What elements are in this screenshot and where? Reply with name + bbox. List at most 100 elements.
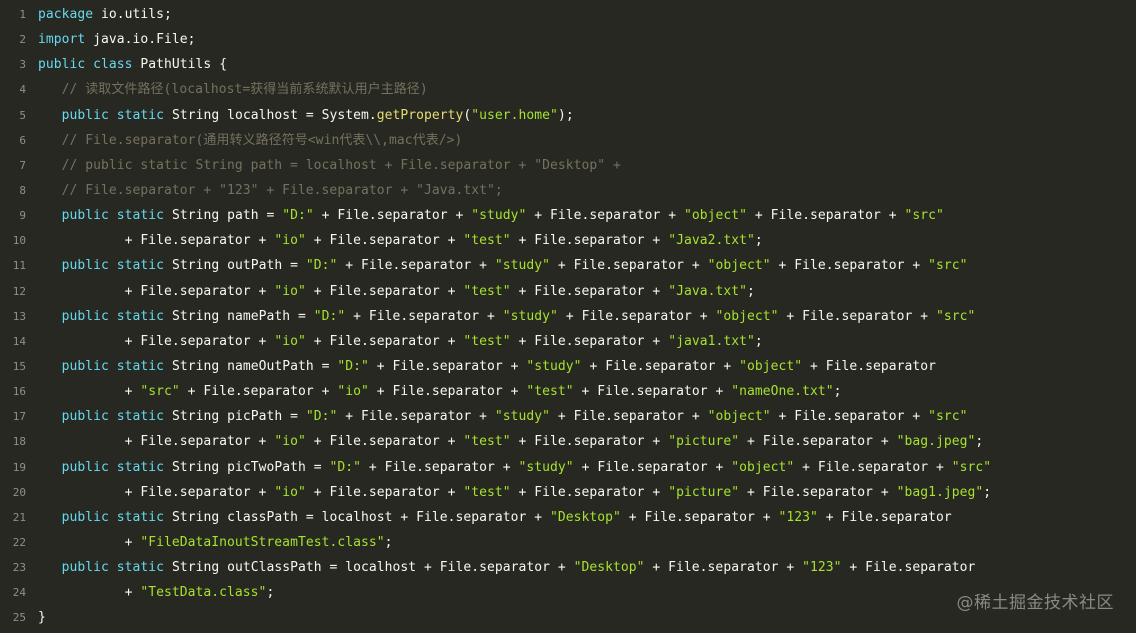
code-line: 12 + File.separator + "io" + File.separa… [0, 279, 1136, 304]
code-line: 3 public class PathUtils { [0, 52, 1136, 77]
code-token: "src" [904, 208, 944, 224]
code-token: static [116, 459, 165, 475]
code-line: 10 + File.separator + "io" + File.separa… [0, 228, 1136, 253]
code-token: "src" [936, 308, 976, 324]
code-token: + File.separator + [644, 560, 803, 576]
code-token: public [61, 258, 109, 274]
code-text: + "FileDataInoutStreamTest.class"; [38, 530, 1136, 555]
code-token: + File.separator + [345, 308, 503, 324]
code-token: ); [557, 107, 574, 123]
code-text: public static String nameOutPath = "D:" … [38, 354, 1136, 379]
code-token: + File.separator [802, 358, 937, 374]
code-text: public static String localhost = System.… [38, 103, 1136, 128]
line-number: 4 [19, 83, 26, 97]
code-token: String localhost = System. [164, 107, 377, 123]
code-token: "test" [463, 484, 511, 500]
code-text: // public static String path = localhost… [38, 153, 1136, 178]
code-token: "Java2.txt" [668, 233, 755, 249]
code-token: + File.separator + [337, 409, 495, 425]
code-token: "bag.jpeg" [896, 434, 976, 450]
code-token: String picPath = [164, 409, 306, 425]
code-token: import [38, 32, 86, 48]
code-token: String outPath = [164, 258, 306, 274]
code-token: + File.separator + [510, 434, 669, 450]
line-number: 18 [12, 435, 26, 449]
code-token: + File.separator + [510, 233, 669, 249]
code-token: "io" [274, 484, 306, 500]
code-token: "io" [337, 384, 369, 400]
line-number: 16 [12, 385, 26, 399]
code-line: 21 public static String classPath = loca… [0, 505, 1136, 530]
code-token: public [61, 509, 109, 525]
code-token: + File.separator [817, 509, 952, 525]
code-token: static [116, 358, 165, 374]
code-text: // 读取文件路径(localhost=获得当前系统默认用户主路径) [38, 77, 1136, 102]
code-token: // File.separator + "123" + File.separat… [38, 182, 503, 198]
code-line: 2 import java.io.File; [0, 27, 1136, 52]
code-token: "picture" [668, 434, 740, 450]
code-token: java.io.File; [85, 32, 196, 48]
code-token: "D:" [305, 409, 338, 425]
code-token: + File.separator + [770, 409, 929, 425]
line-number: 15 [12, 359, 26, 373]
code-token: "test" [526, 384, 574, 400]
code-token: + File.separator + [581, 358, 740, 374]
code-token: + File.separator + [38, 484, 275, 500]
code-token: "TestData.class" [140, 585, 267, 601]
code-line: 14 + File.separator + "io" + File.separa… [0, 329, 1136, 354]
code-token: // File.separator(通用转义路径符号<win代表\\,mac代表… [38, 132, 463, 148]
code-token: } [38, 610, 46, 626]
code-token: static [116, 308, 165, 324]
code-token: + File.separator + [526, 208, 684, 224]
code-line: 13 public static String namePath = "D:" … [0, 304, 1136, 329]
code-token: "study" [494, 409, 551, 425]
code-text: + File.separator + "io" + File.separator… [38, 429, 1136, 454]
code-text: public static String outClassPath = loca… [38, 555, 1136, 580]
code-text: // File.separator(通用转义路径符号<win代表\\,mac代表… [38, 128, 1136, 153]
code-text: public static String outPath = "D:" + Fi… [38, 253, 1136, 278]
code-token: + File.separator + [573, 459, 732, 475]
code-line: 20 + File.separator + "io" + File.separa… [0, 480, 1136, 505]
code-token: + File.separator + [361, 459, 519, 475]
code-text: + File.separator + "io" + File.separator… [38, 480, 1136, 505]
code-token: + File.separator + [368, 384, 527, 400]
code-token: + File.separator + [38, 283, 275, 299]
line-number: 13 [12, 309, 26, 323]
code-token: "bag1.jpeg" [896, 484, 984, 500]
code-token: + File.separator + [550, 258, 708, 274]
code-token: "study" [471, 208, 527, 224]
code-token: "object" [707, 258, 771, 274]
code-line: 23 public static String outClassPath = l… [0, 555, 1136, 580]
code-token: public [61, 560, 109, 576]
code-text: public static String classPath = localho… [38, 505, 1136, 530]
code-token: + File.separator + [179, 384, 338, 400]
line-number: 22 [12, 535, 26, 549]
code-text: package io.utils; [38, 2, 1136, 27]
code-token: "user.home" [471, 107, 558, 123]
code-token: public [38, 57, 86, 73]
code-text: // File.separator + "123" + File.separat… [38, 178, 1136, 203]
code-line: 18 + File.separator + "io" + File.separa… [0, 429, 1136, 454]
code-token: + File.separator + [305, 233, 464, 249]
line-number: 1 [19, 8, 26, 21]
code-token: "study" [526, 358, 582, 374]
code-token: String classPath = localhost + File.sepa… [164, 509, 551, 525]
code-token: ; [746, 283, 755, 299]
code-token: "io" [274, 333, 306, 349]
line-number: 2 [19, 33, 26, 47]
code-token: + File.separator + [368, 358, 527, 374]
code-block: 1 package io.utils; 2 import java.io.File; 3… [0, 2, 1136, 631]
code-token: + File.separator + [38, 233, 275, 249]
code-token: + [38, 585, 141, 601]
line-number: 7 [19, 158, 26, 172]
code-token: + File.separator + [550, 409, 708, 425]
code-line: 7 // public static String path = localho… [0, 153, 1136, 178]
line-number: 17 [12, 410, 26, 424]
code-editor: 1 package io.utils; 2 import java.io.File; 3… [0, 0, 1136, 633]
code-token: "src" [140, 384, 180, 400]
